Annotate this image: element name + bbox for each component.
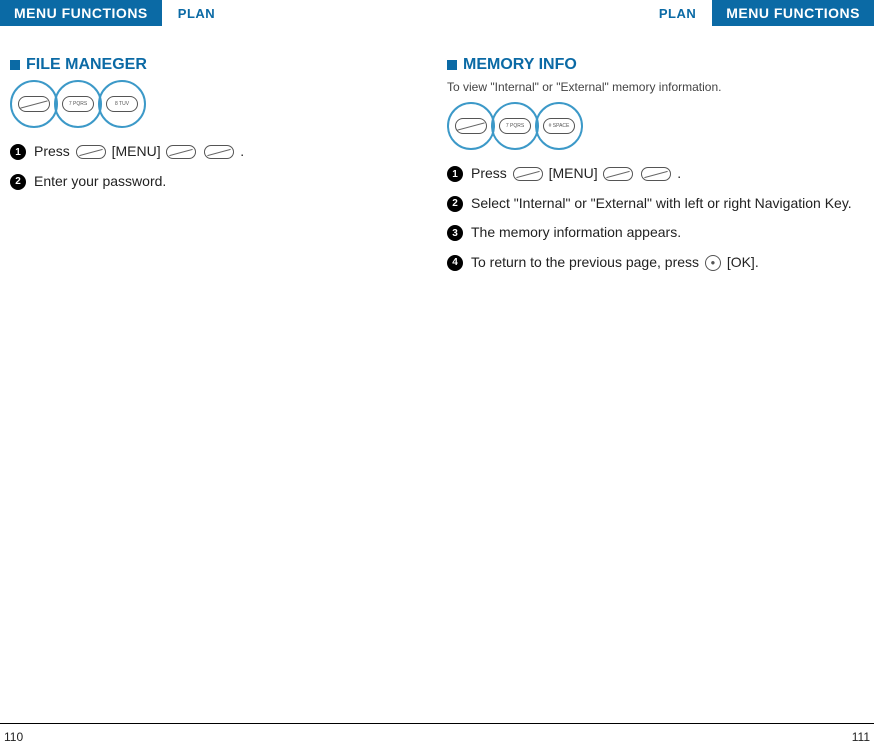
key-icon: [204, 145, 234, 159]
list-item: 3 The memory information appears.: [447, 223, 864, 243]
key-circle-3: # SPACE: [535, 102, 583, 150]
step-text: Press [MENU] .: [471, 164, 864, 184]
key-circle-1: [10, 80, 58, 128]
step-bullet-icon: 2: [10, 174, 26, 190]
key-icon: [76, 145, 106, 159]
section-title-row: MEMORY INFO: [447, 56, 864, 74]
list-item: 4 To return to the previous page, press …: [447, 253, 864, 273]
section-title-memory-info: MEMORY INFO: [463, 56, 577, 74]
plan-label-left: PLAN: [178, 6, 215, 21]
square-marker-icon: [447, 60, 457, 70]
list-item: 1 Press [MENU] .: [10, 142, 413, 162]
key-icon: [603, 167, 633, 181]
step-bullet-icon: 4: [447, 255, 463, 271]
key-circle-2: 7 PQRS: [491, 102, 539, 150]
step-bullet-icon: 1: [10, 144, 26, 160]
nav-key-icon: ●: [705, 255, 721, 271]
step-bullet-icon: 1: [447, 166, 463, 182]
header-left: MENU FUNCTIONS PLAN: [0, 0, 437, 26]
step-text: Select "Internal" or "External" with lef…: [471, 194, 864, 214]
step-bullet-icon: 3: [447, 225, 463, 241]
key-circle-row: 7 PQRS 8 TUV: [10, 80, 413, 128]
key-circle-row: 7 PQRS # SPACE: [447, 102, 864, 150]
key-icon: # SPACE: [543, 118, 575, 134]
key-icon: 7 PQRS: [499, 118, 531, 134]
footer-divider: [437, 723, 874, 724]
section-title-row: FILE MANEGER: [10, 56, 413, 74]
key-icon: [166, 145, 196, 159]
key-icon: [18, 96, 50, 112]
plan-label-right: PLAN: [659, 6, 696, 21]
key-icon: [641, 167, 671, 181]
section-title-file-manager: FILE MANEGER: [26, 56, 147, 74]
key-icon: 7 PQRS: [62, 96, 94, 112]
menu-functions-label: MENU FUNCTIONS: [712, 0, 874, 26]
key-icon: 8 TUV: [106, 96, 138, 112]
page-number-right: 111: [852, 730, 870, 744]
step-text: Press [MENU] .: [34, 142, 413, 162]
header-right: PLAN MENU FUNCTIONS: [437, 0, 874, 26]
key-circle-3: 8 TUV: [98, 80, 146, 128]
list-item: 1 Press [MENU] .: [447, 164, 864, 184]
section-subtitle: To view "Internal" or "External" memory …: [447, 80, 864, 94]
key-icon: [513, 167, 543, 181]
page-number-left: 110: [4, 730, 23, 744]
footer-divider: [0, 723, 437, 724]
list-item: 2 Enter your password.: [10, 172, 413, 192]
key-circle-1: [447, 102, 495, 150]
key-circle-2: 7 PQRS: [54, 80, 102, 128]
step-text: To return to the previous page, press ● …: [471, 253, 864, 273]
list-item: 2 Select "Internal" or "External" with l…: [447, 194, 864, 214]
key-icon: [455, 118, 487, 134]
menu-functions-label: MENU FUNCTIONS: [0, 0, 162, 26]
square-marker-icon: [10, 60, 20, 70]
step-text: The memory information appears.: [471, 223, 864, 243]
step-bullet-icon: 2: [447, 196, 463, 212]
step-text: Enter your password.: [34, 172, 413, 192]
